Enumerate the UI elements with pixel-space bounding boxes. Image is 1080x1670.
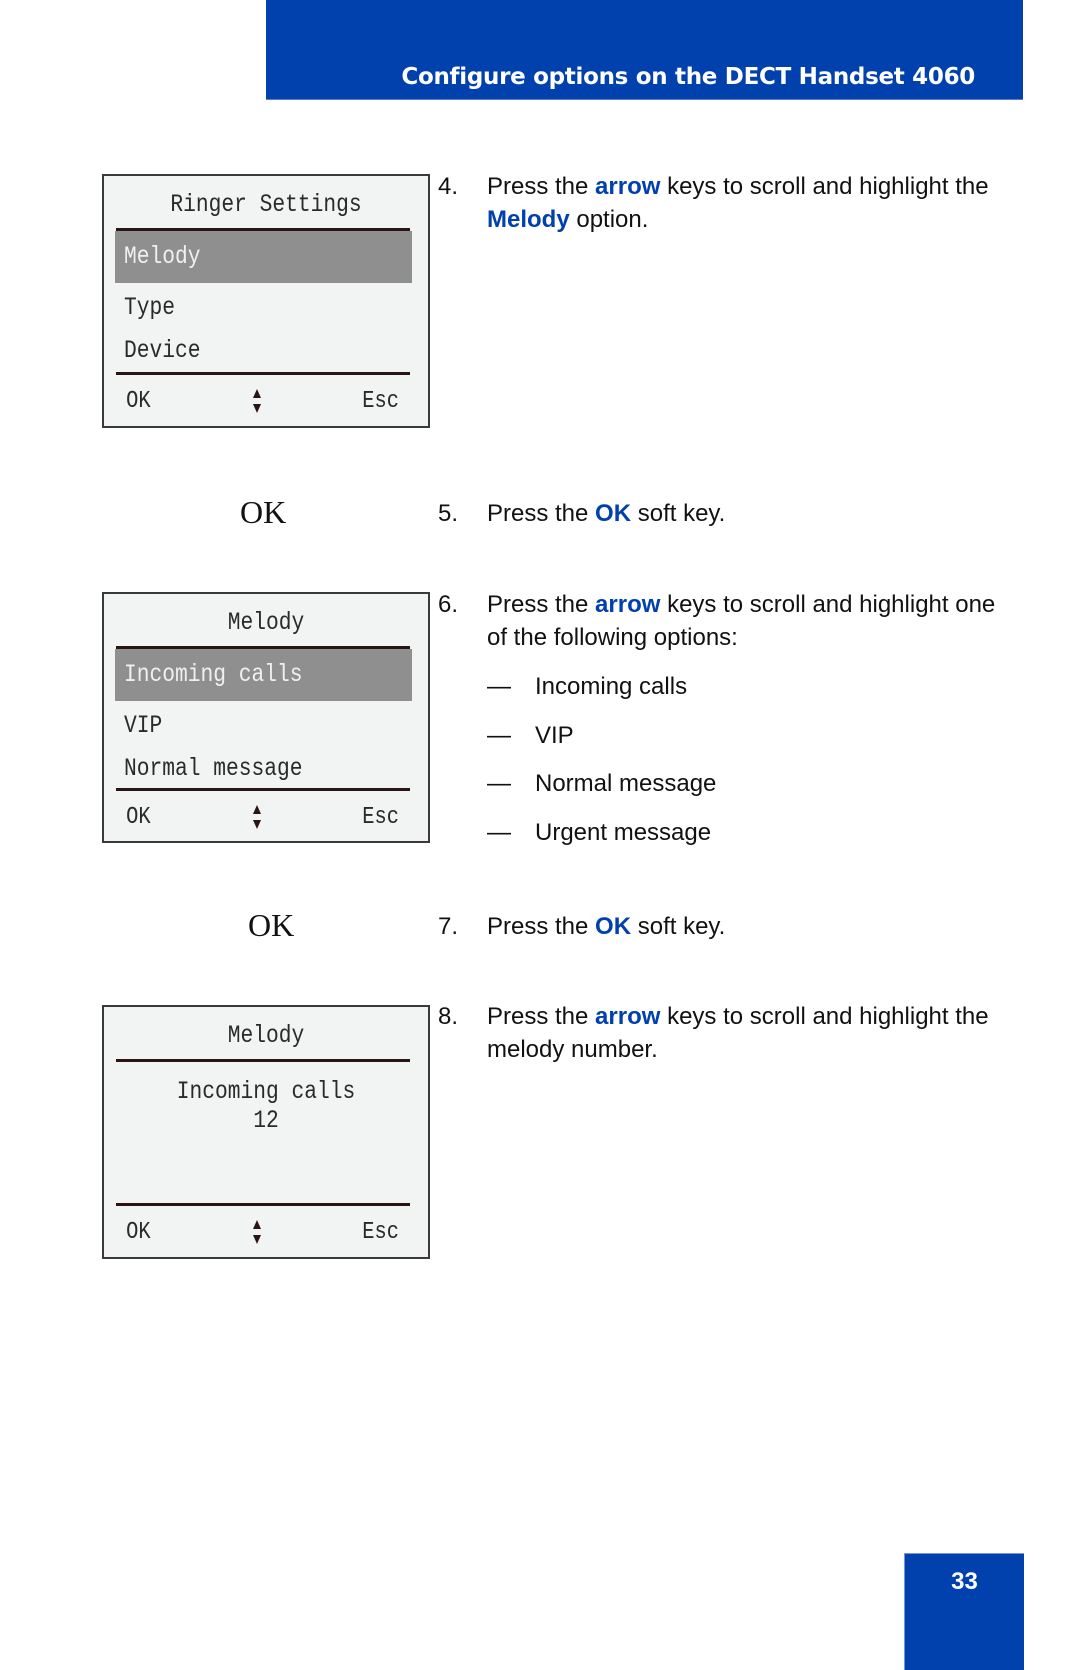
- option-label: Normal message: [535, 770, 717, 797]
- step-number: 7.: [438, 913, 459, 940]
- screen-divider: [116, 372, 410, 375]
- softkey-ok: OK: [126, 804, 151, 831]
- menu-item-incoming-calls: Incoming calls: [124, 660, 303, 689]
- step-number: 8.: [438, 1003, 459, 1030]
- keyword-melody: Melody: [487, 206, 570, 233]
- handset-screen-ringer-settings: Ringer Settings Melody Type Device OK Es…: [102, 174, 430, 428]
- step-text-run: Press the: [487, 173, 596, 200]
- step-text-run: keys to scroll and highlight the: [660, 173, 989, 200]
- step-text: Press the arrow keys to scroll and highl…: [487, 170, 1007, 236]
- keyword-ok: OK: [595, 500, 632, 527]
- page-header-title: Configure options on the DECT Handset 40…: [401, 64, 975, 90]
- melody-number-value: 12: [253, 1106, 279, 1135]
- screen-title: Melody: [227, 1021, 305, 1050]
- dash-bullet: —: [487, 819, 511, 846]
- keyword-arrow: arrow: [595, 591, 661, 618]
- up-down-arrow-icon: [253, 389, 261, 413]
- step-text-run: Press the: [487, 500, 596, 527]
- step-8: 8. Press the arrow keys to scroll and hi…: [438, 1000, 1007, 1066]
- dash-bullet: —: [487, 673, 511, 700]
- menu-item-type: Type: [124, 293, 176, 322]
- header-banner: Configure options on the DECT Handset 40…: [266, 0, 1023, 100]
- step-text-run: Press the: [487, 913, 596, 940]
- page-number-box: 33: [904, 1553, 1024, 1670]
- ok-key-label: OK: [240, 494, 287, 530]
- keyword-ok: OK: [595, 913, 632, 940]
- softkey-esc: Esc: [362, 1219, 399, 1246]
- handset-screen-melody-list: Melody Incoming calls VIP Normal message…: [102, 592, 430, 843]
- softkey-ok: OK: [126, 388, 151, 415]
- screen-divider: [116, 1059, 410, 1062]
- step-text-run: soft key.: [631, 500, 726, 527]
- option-label: Urgent message: [535, 819, 712, 846]
- step-text: Press the OK soft key.: [487, 497, 1007, 530]
- step-text-run: Press the: [487, 591, 596, 618]
- keyword-arrow: arrow: [595, 173, 661, 200]
- screen-title: Ringer Settings: [170, 190, 362, 219]
- option-label: VIP: [535, 722, 574, 749]
- step-text: Press the OK soft key.: [487, 910, 1007, 943]
- step-6: 6. Press the arrow keys to scroll and hi…: [438, 588, 1007, 654]
- step-text-run: soft key.: [631, 913, 726, 940]
- step-4: 4. Press the arrow keys to scroll and hi…: [438, 170, 1007, 236]
- handset-screen-melody-number: Melody Incoming calls 12 OK Esc: [102, 1005, 430, 1259]
- step-5: 5. Press the OK soft key.: [438, 497, 1007, 530]
- menu-item-melody: Melody: [124, 242, 201, 271]
- selected-option-label: Incoming calls: [176, 1077, 356, 1106]
- ok-key-label: OK: [248, 907, 295, 943]
- dash-bullet: —: [487, 770, 511, 797]
- step-number: 5.: [438, 500, 459, 527]
- screen-divider: [116, 1203, 410, 1206]
- step-text-run: option.: [569, 206, 649, 233]
- screen-title: Melody: [227, 608, 305, 637]
- step-number: 6.: [438, 591, 459, 618]
- up-down-arrow-icon: [253, 805, 261, 829]
- dash-bullet: —: [487, 722, 511, 749]
- screen-divider: [116, 788, 410, 791]
- step-text: Press the arrow keys to scroll and highl…: [487, 588, 1007, 654]
- up-down-arrow-icon: [253, 1220, 261, 1244]
- step-number: 4.: [438, 173, 459, 200]
- step-text: Press the arrow keys to scroll and highl…: [487, 1000, 1007, 1066]
- page-number: 33: [951, 1568, 978, 1595]
- option-label: Incoming calls: [535, 673, 688, 700]
- menu-item-normal-message: Normal message: [124, 754, 303, 783]
- softkey-ok: OK: [126, 1219, 151, 1246]
- keyword-arrow: arrow: [595, 1003, 661, 1030]
- menu-item-vip: VIP: [124, 711, 163, 740]
- menu-item-device: Device: [124, 336, 201, 365]
- step-text-run: Press the: [487, 1003, 596, 1030]
- softkey-esc: Esc: [362, 388, 399, 415]
- step-7: 7. Press the OK soft key.: [438, 910, 1007, 943]
- softkey-esc: Esc: [362, 804, 399, 831]
